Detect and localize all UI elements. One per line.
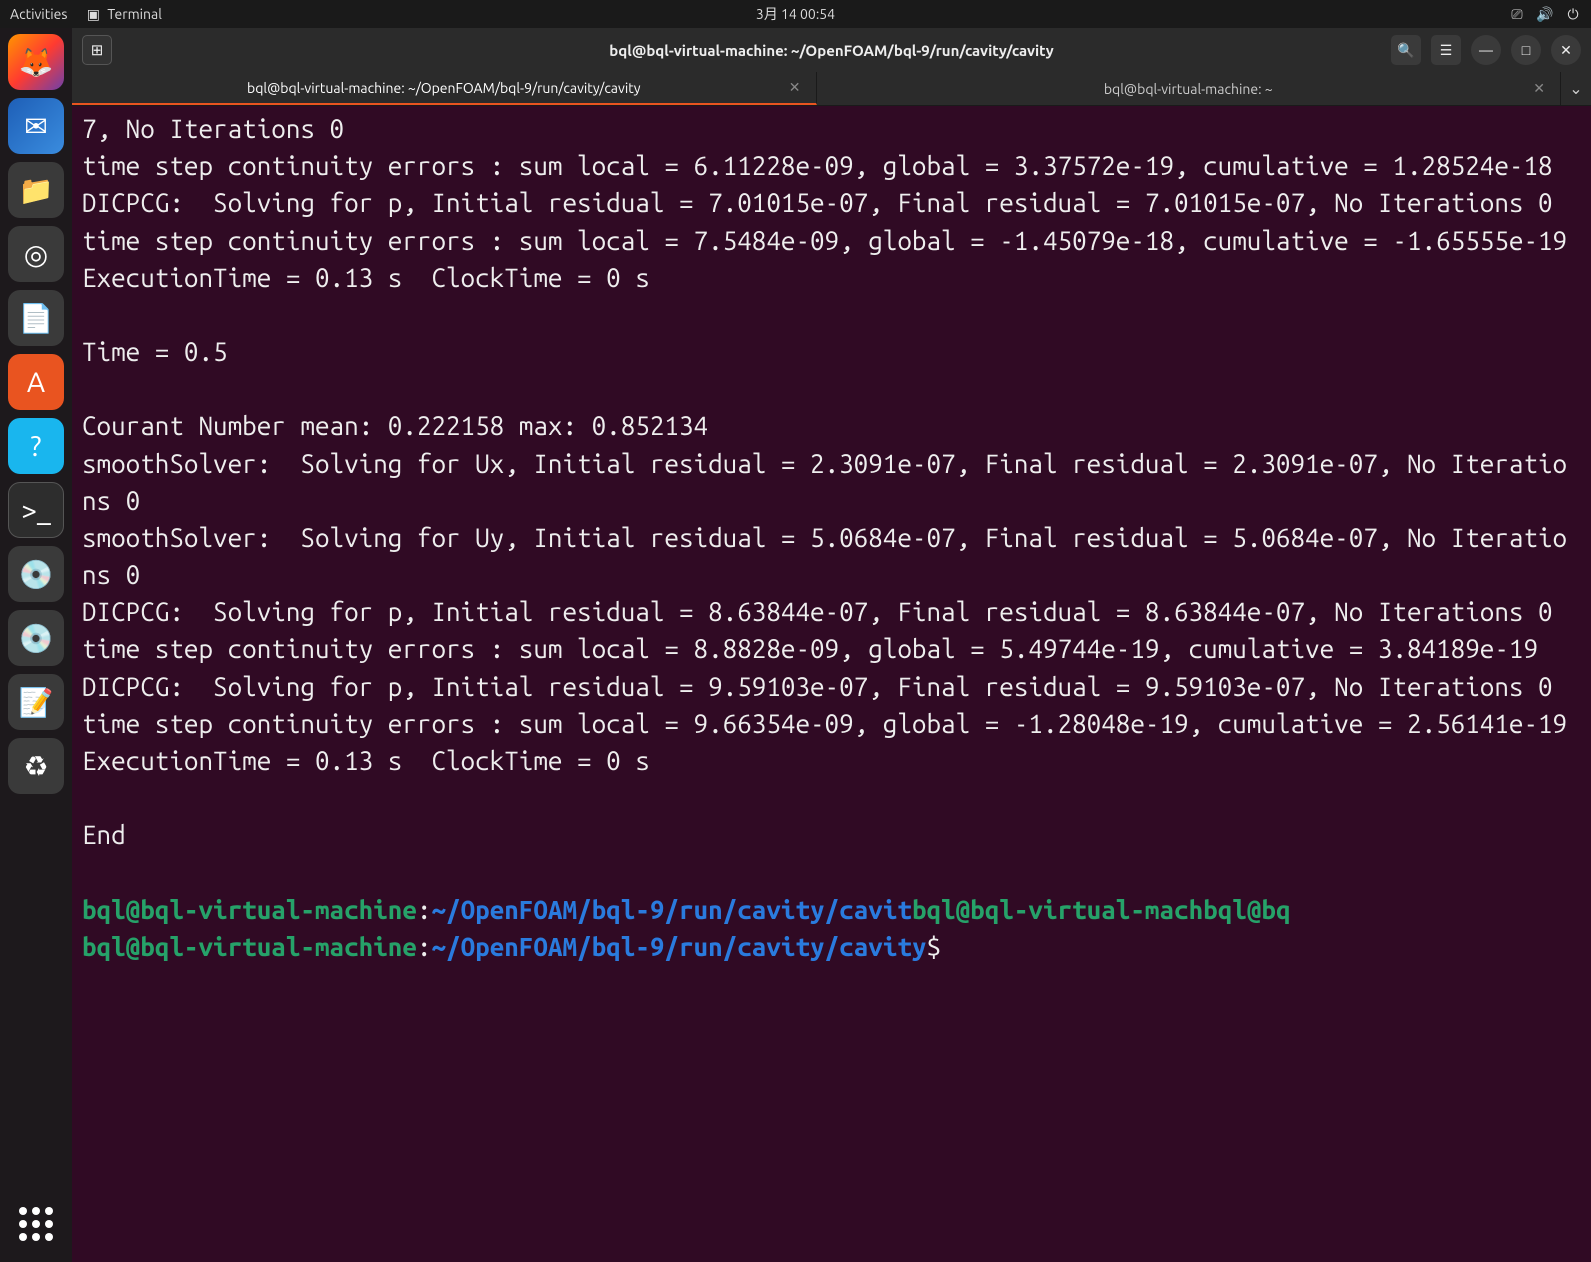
gnome-topbar: Activities ▣ Terminal 3月 14 00:54 ⎚ 🔊 ⏻ [0,0,1591,28]
tab-bar: bql@bql-virtual-machine: ~/OpenFOAM/bql-… [72,72,1591,106]
terminal-icon: ▣ [85,6,101,22]
app-menu-label: Terminal [107,6,162,22]
dock-disc-2[interactable]: 💿 [8,610,64,666]
dock-help[interactable]: ? [8,418,64,474]
prompt-user: bql@bql-virtual-machine [82,895,417,924]
prompt-extra: bql@bq [1203,895,1290,924]
dock-text-editor[interactable]: 📝 [8,674,64,730]
tab-1[interactable]: bql@bql-virtual-machine: ~/OpenFOAM/bql-… [72,72,817,105]
hamburger-icon: ☰ [1440,42,1453,59]
tab-1-close[interactable]: ✕ [789,79,801,96]
dock-rhythmbox[interactable]: ◎ [8,226,64,282]
maximize-button[interactable]: □ [1511,35,1541,65]
term-line: DICPCG: Solving for p, Initial residual … [82,672,1553,701]
dock-trash[interactable]: ♻ [8,738,64,794]
minimize-icon: — [1479,42,1493,58]
datetime[interactable]: 3月 14 00:54 [756,4,835,24]
tab-2-close[interactable]: ✕ [1533,80,1545,97]
new-tab-icon: ⊞ [91,41,104,59]
close-icon: ✕ [1560,42,1572,59]
dock-writer[interactable]: 📄 [8,290,64,346]
dock-disc-1[interactable]: 💿 [8,546,64,602]
term-line: End [82,820,126,849]
search-icon: 🔍 [1397,42,1414,59]
close-button[interactable]: ✕ [1551,35,1581,65]
activities-button[interactable]: Activities [10,6,67,22]
prompt-path: ~/OpenFOAM/bql-9/run/cavity/cavit [431,895,911,924]
menu-button[interactable]: ☰ [1431,35,1461,65]
tab-2-label: bql@bql-virtual-machine: ~ [1104,81,1273,97]
term-line: Courant Number mean: 0.222158 max: 0.852… [82,411,708,440]
term-line: DICPCG: Solving for p, Initial residual … [82,597,1553,626]
term-line: smoothSolver: Solving for Ux, Initial re… [82,449,1567,515]
term-line: ExecutionTime = 0.13 s ClockTime = 0 s [82,263,650,292]
prompt-path: ~/OpenFOAM/bql-9/run/cavity/cavity [431,932,926,961]
term-line: time step continuity errors : sum local … [82,709,1567,738]
term-line: ExecutionTime = 0.13 s ClockTime = 0 s [82,746,650,775]
prompt-sep: : [417,932,432,961]
dock-firefox[interactable]: 🦊 [8,34,64,90]
term-line: time step continuity errors : sum local … [82,151,1553,180]
tabs-dropdown[interactable]: ⌄ [1561,72,1591,105]
dock-thunderbird[interactable]: ✉ [8,98,64,154]
maximize-icon: □ [1522,42,1530,58]
network-icon[interactable]: ⎚ [1509,6,1525,22]
prompt-extra: bql@bql-virtual-mach [912,895,1203,924]
minimize-button[interactable]: — [1471,35,1501,65]
terminal-window: ⊞ bql@bql-virtual-machine: ~/OpenFOAM/bq… [72,28,1591,1262]
term-line: 7, No Iterations 0 [82,114,344,143]
dock-software[interactable]: A [8,354,64,410]
term-line: time step continuity errors : sum local … [82,226,1567,255]
dock-files[interactable]: 📁 [8,162,64,218]
prompt-user: bql@bql-virtual-machine [82,932,417,961]
term-line: Time = 0.5 [82,337,228,366]
term-line: smoothSolver: Solving for Uy, Initial re… [82,523,1567,589]
term-line: time step continuity errors : sum local … [82,634,1538,663]
terminal-content[interactable]: 7, No Iterations 0 time step continuity … [72,106,1591,1262]
app-menu[interactable]: ▣ Terminal [85,6,162,22]
tab-2[interactable]: bql@bql-virtual-machine: ~ ✕ [817,72,1562,105]
tab-1-label: bql@bql-virtual-machine: ~/OpenFOAM/bql-… [247,80,640,96]
dock: 🦊 ✉ 📁 ◎ 📄 A ? >_ 💿 💿 📝 ♻ [0,28,72,1262]
term-line: DICPCG: Solving for p, Initial residual … [82,188,1553,217]
dock-terminal[interactable]: >_ [8,482,64,538]
dock-show-apps[interactable] [8,1196,64,1252]
search-button[interactable]: 🔍 [1391,35,1421,65]
window-header: ⊞ bql@bql-virtual-machine: ~/OpenFOAM/bq… [72,28,1591,72]
new-tab-button[interactable]: ⊞ [82,35,112,65]
power-icon[interactable]: ⏻ [1565,6,1581,22]
window-title: bql@bql-virtual-machine: ~/OpenFOAM/bql-… [609,42,1053,59]
volume-icon[interactable]: 🔊 [1537,6,1553,22]
chevron-down-icon: ⌄ [1569,79,1582,98]
prompt-sep: : [417,895,432,924]
prompt-dollar: $ [927,932,942,961]
